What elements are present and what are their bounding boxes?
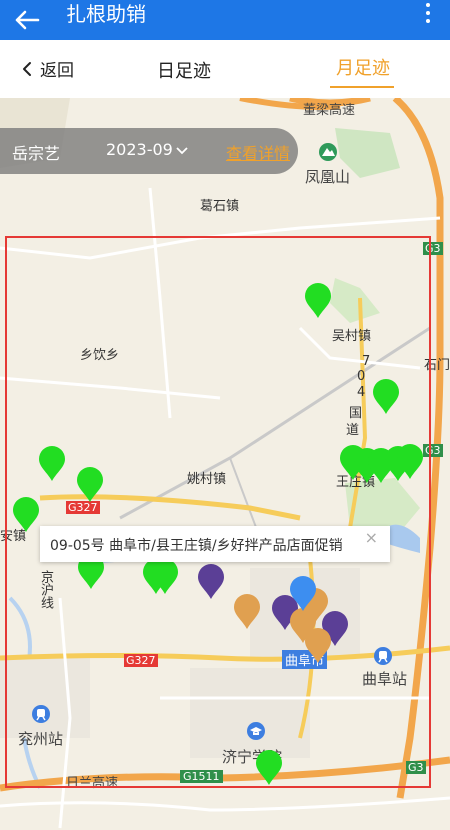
footprint-region-box bbox=[5, 236, 431, 788]
map-pin-icon[interactable] bbox=[232, 594, 262, 630]
map-pin-icon[interactable] bbox=[75, 467, 105, 503]
map-pin-icon[interactable] bbox=[371, 379, 401, 415]
app-title: 扎根助销 bbox=[66, 2, 146, 26]
map-pin-icon[interactable] bbox=[288, 576, 318, 612]
geshi-label: 葛石镇 bbox=[200, 199, 240, 214]
chevron-down-icon[interactable] bbox=[176, 140, 188, 159]
map-pin-icon[interactable] bbox=[303, 283, 333, 319]
chevron-left-icon bbox=[23, 61, 31, 76]
map-pin-icon[interactable] bbox=[254, 750, 284, 786]
map-pin-icon[interactable] bbox=[11, 497, 41, 533]
month-select[interactable]: 2023-09 bbox=[106, 140, 173, 159]
mountain-icon bbox=[319, 143, 337, 161]
map-pin-icon[interactable] bbox=[395, 444, 425, 480]
more-vertical-icon[interactable] bbox=[424, 0, 432, 30]
person-name[interactable]: 岳宗艺 bbox=[12, 140, 60, 164]
filter-bar: 岳宗艺 2023-09 查看详情 bbox=[0, 128, 298, 174]
map-pin-icon[interactable] bbox=[196, 564, 226, 600]
popup-text: 09-05号 曲阜市/县王庄镇/乡好拌产品店面促销 bbox=[50, 538, 343, 554]
map-pin-icon[interactable] bbox=[37, 446, 67, 482]
active-tab-indicator bbox=[330, 86, 394, 88]
close-icon[interactable]: × bbox=[365, 528, 378, 547]
map-pin-icon[interactable] bbox=[150, 559, 180, 595]
visit-popup[interactable]: 09-05号 曲阜市/县王庄镇/乡好拌产品店面促销 × bbox=[40, 526, 390, 562]
tab-bar: 返回 日足迹 月足迹 bbox=[0, 40, 450, 98]
return-button[interactable]: 返回 bbox=[22, 56, 74, 81]
tab-day-footprint[interactable]: 日足迹 bbox=[157, 57, 211, 83]
expressway-label: 董梁高速 bbox=[303, 103, 356, 118]
return-label: 返回 bbox=[40, 61, 74, 81]
tab-month-footprint[interactable]: 月足迹 bbox=[336, 54, 390, 80]
view-details-link[interactable]: 查看详情 bbox=[226, 140, 290, 164]
app-bar: 扎根助销 bbox=[0, 0, 450, 40]
back-arrow-icon[interactable] bbox=[14, 0, 44, 40]
map-view[interactable]: 岳宗艺 2023-09 查看详情 董梁高速 凤凰山 葛石镇 吴村镇 乡饮乡 7 … bbox=[0, 98, 450, 830]
fenghuang-label: 凤凰山 bbox=[305, 168, 351, 186]
map-pin-icon[interactable] bbox=[303, 628, 333, 664]
